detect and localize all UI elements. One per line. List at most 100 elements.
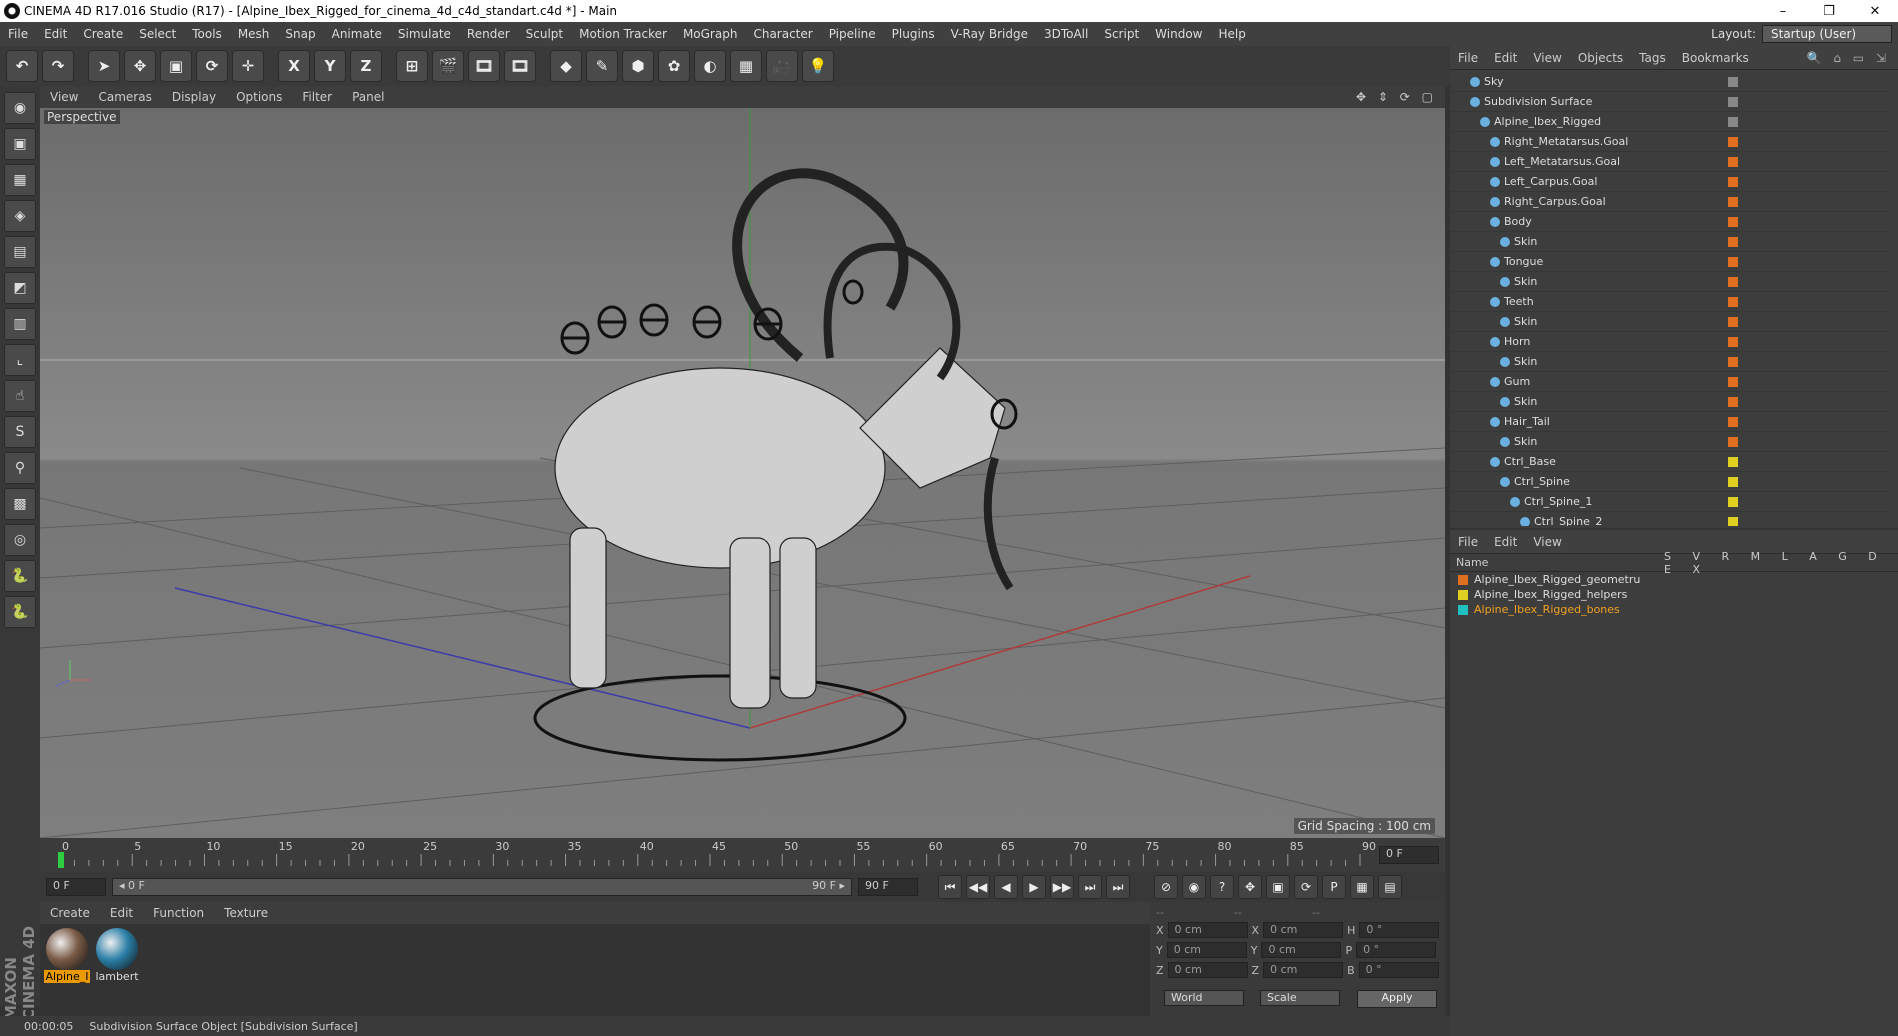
layer-menu-edit[interactable]: Edit [1486, 535, 1525, 549]
material-menu-texture[interactable]: Texture [214, 906, 278, 920]
workplane-mode-icon[interactable]: ◈ [4, 200, 36, 232]
next-key-button[interactable]: ⏭ [1078, 875, 1102, 899]
scale-tool-button[interactable]: ▣ [160, 50, 192, 82]
render-picture-viewer-button[interactable]: 🎞 [468, 50, 500, 82]
move-tool-button[interactable]: ✥ [124, 50, 156, 82]
select-tool-button[interactable]: ➤ [88, 50, 120, 82]
coord-field-x[interactable]: 0 cm [1263, 922, 1344, 938]
coord-field-b[interactable]: 0 ° [1358, 962, 1439, 978]
edges-mode-icon[interactable]: ◩ [4, 272, 36, 304]
viewport-menu-cameras[interactable]: Cameras [88, 90, 161, 104]
menu-window[interactable]: Window [1147, 27, 1210, 41]
object-menu-edit[interactable]: Edit [1486, 51, 1525, 65]
key-parameter-button[interactable]: P [1322, 875, 1346, 899]
apply-button[interactable]: Apply [1357, 990, 1437, 1008]
points-mode-icon[interactable]: ▤ [4, 236, 36, 268]
start-frame-field[interactable]: 0 F [46, 878, 106, 896]
object-row-hair-tail[interactable]: Hair_Tail [1450, 412, 1890, 432]
object-row-left-metatarsus-goal[interactable]: Left_Metatarsus.Goal [1450, 152, 1890, 172]
layer-row[interactable]: Alpine_Ibex_Rigged_helpers [1450, 587, 1898, 602]
viewport-menu-view[interactable]: View [40, 90, 88, 104]
coord-field-p[interactable]: 0 ° [1356, 942, 1437, 958]
cloner-button[interactable]: ✿ [658, 50, 690, 82]
scale-mode-select[interactable]: Scale [1260, 990, 1340, 1006]
timeline-ruler[interactable]: 0 5 10 15 20 25 30 35 40 45 50 55 60 65 70 75 80 85 90 0 F [40, 838, 1445, 872]
previous-key-button[interactable]: ◀◀ [966, 875, 990, 899]
maximize-button[interactable]: ❐ [1806, 4, 1852, 19]
snap-toggle-icon[interactable]: S [4, 416, 36, 448]
coord-field-x[interactable]: 0 cm [1167, 922, 1248, 938]
render-view-button[interactable]: 🎬 [432, 50, 464, 82]
material-menu-edit[interactable]: Edit [100, 906, 143, 920]
menu-mesh[interactable]: Mesh [230, 27, 278, 41]
object-menu-tags[interactable]: Tags [1631, 51, 1674, 65]
material-swatch[interactable]: lambert [94, 928, 140, 983]
coord-field-y[interactable]: 0 cm [1261, 942, 1342, 958]
menu-script[interactable]: Script [1096, 27, 1147, 41]
y-axis-lock-button[interactable]: Y [314, 50, 346, 82]
key-pla-button[interactable]: ▦ [1350, 875, 1374, 899]
current-frame-field[interactable]: 0 F [1379, 846, 1439, 864]
object-row-gum[interactable]: Gum [1450, 372, 1890, 392]
previous-frame-button[interactable]: ◀ [994, 875, 1018, 899]
material-menu-create[interactable]: Create [40, 906, 100, 920]
object-row-skin[interactable]: Skin [1450, 432, 1890, 452]
timeline-window-button[interactable]: ▤ [1378, 875, 1402, 899]
layer-menu-file[interactable]: File [1450, 535, 1486, 549]
perspective-viewport[interactable]: Perspective Grid Spacing : 100 cm [40, 108, 1445, 838]
object-row-horn[interactable]: Horn [1450, 332, 1890, 352]
key-position-button[interactable]: ✥ [1238, 875, 1262, 899]
z-axis-lock-button[interactable]: Z [350, 50, 382, 82]
camera-button[interactable]: 🎥 [766, 50, 798, 82]
menu-help[interactable]: Help [1210, 27, 1253, 41]
object-menu-objects[interactable]: Objects [1570, 51, 1631, 65]
object-row-alpine-ibex-rigged[interactable]: Alpine_Ibex_Rigged [1450, 112, 1890, 132]
viewport-menu-panel[interactable]: Panel [342, 90, 394, 104]
record-active-button[interactable]: ◉ [1182, 875, 1206, 899]
make-editable-icon[interactable]: ◉ [4, 92, 36, 124]
minimize-button[interactable]: – [1760, 4, 1806, 19]
menu-character[interactable]: Character [745, 27, 820, 41]
redo-button[interactable]: ↷ [42, 50, 74, 82]
material-menu-function[interactable]: Function [143, 906, 214, 920]
subdivision-surface-button[interactable]: ⬢ [622, 50, 654, 82]
object-row-ctrl-base[interactable]: Ctrl_Base [1450, 452, 1890, 472]
object-row-tongue[interactable]: Tongue [1450, 252, 1890, 272]
object-row-sky[interactable]: Sky [1450, 72, 1890, 92]
object-row-left-carpus-goal[interactable]: Left_Carpus.Goal [1450, 172, 1890, 192]
menu-v-ray-bridge[interactable]: V-Ray Bridge [943, 27, 1036, 41]
menu-file[interactable]: File [0, 27, 36, 41]
menu-edit[interactable]: Edit [36, 27, 75, 41]
object-row-right-metatarsus-goal[interactable]: Right_Metatarsus.Goal [1450, 132, 1890, 152]
end-frame-field[interactable]: 90 F [858, 878, 918, 896]
object-row-subdivision-surface[interactable]: Subdivision Surface [1450, 92, 1890, 112]
material-swatch[interactable]: Alpine_I [44, 928, 90, 983]
python-script-icon[interactable]: 🐍 [4, 560, 36, 592]
menu-render[interactable]: Render [459, 27, 518, 41]
x-axis-lock-button[interactable]: X [278, 50, 310, 82]
key-rotation-button[interactable]: ⟳ [1294, 875, 1318, 899]
object-row-skin[interactable]: Skin [1450, 272, 1890, 292]
layer-menu-view[interactable]: View [1525, 535, 1569, 549]
axis-mode-icon[interactable]: ⌞ [4, 344, 36, 376]
menu-animate[interactable]: Animate [324, 27, 390, 41]
floor-button[interactable]: ▦ [730, 50, 762, 82]
menu-mograph[interactable]: MoGraph [675, 27, 746, 41]
model-mode-icon[interactable]: ▣ [4, 128, 36, 160]
texture-mode-icon[interactable]: ▦ [4, 164, 36, 196]
deformer-button[interactable]: ◐ [694, 50, 726, 82]
tweak-mode-icon[interactable]: ☝ [4, 380, 36, 412]
light-button[interactable]: 💡 [802, 50, 834, 82]
coord-field-y[interactable]: 0 cm [1166, 942, 1247, 958]
object-row-skin[interactable]: Skin [1450, 352, 1890, 372]
coord-field-h[interactable]: 0 ° [1359, 922, 1440, 938]
viewport-menu-display[interactable]: Display [162, 90, 226, 104]
go-to-end-button[interactable]: ⏭ [1106, 875, 1130, 899]
pen-spline-button[interactable]: ✎ [586, 50, 618, 82]
polygons-mode-icon[interactable]: ▥ [4, 308, 36, 340]
rotate-tool-button[interactable]: ⟳ [196, 50, 228, 82]
menu-plugins[interactable]: Plugins [884, 27, 943, 41]
object-row-ctrl-spine[interactable]: Ctrl_Spine [1450, 472, 1890, 492]
menu-select[interactable]: Select [131, 27, 184, 41]
motion-record-button[interactable]: ⊘ [1154, 875, 1178, 899]
